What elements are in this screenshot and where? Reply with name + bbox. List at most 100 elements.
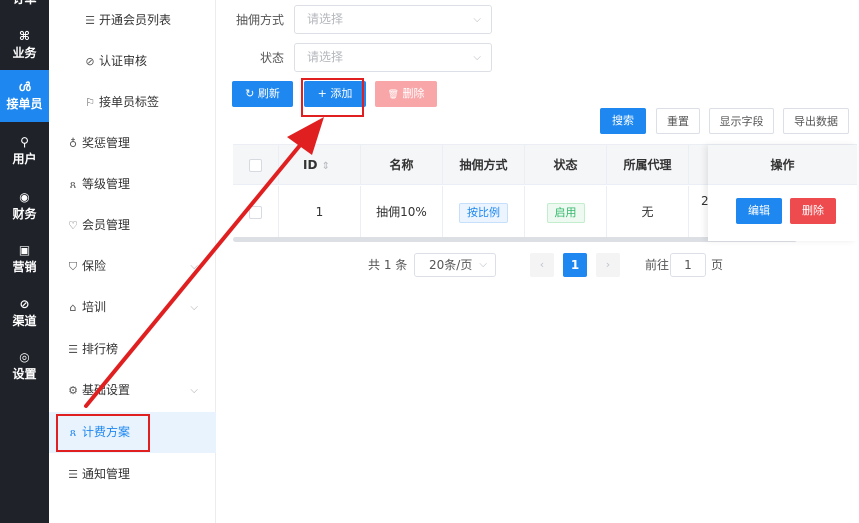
sidebar-item-training[interactable]: ⌂ 培训 ⌵ — [49, 287, 216, 328]
pagination-total: 共 1 条 — [368, 258, 408, 272]
sidebar-item-basic-settings[interactable]: ⚙ 基础设置 ⌵ — [49, 370, 216, 411]
list-icon: ☰ — [85, 14, 95, 27]
sidebar-item-member-list[interactable]: ☰ 开通会员列表 — [49, 0, 216, 41]
cell-commission: 按比例 — [443, 186, 525, 238]
refresh-button[interactable]: ↻ 刷新 — [232, 81, 293, 107]
rail-item-label: 接单员 — [6, 97, 43, 111]
main-nav-rail: 订单 ⌘ 业务 ൾ 接单员 ⚲ 用户 ◉ 财务 ▣ 营销 ⊘ 渠道 ◎ 设置 — [0, 0, 49, 523]
prev-page-button[interactable]: ‹ — [530, 253, 554, 277]
edit-button[interactable]: 编辑 — [736, 198, 782, 224]
status-tag: 启用 — [546, 202, 585, 223]
rail-item-settings[interactable]: ◎ 设置 — [0, 350, 49, 390]
th-actions: 操作 — [708, 145, 857, 185]
rail-item-label: 财务 — [12, 207, 37, 221]
row-checkbox-cell — [233, 186, 279, 238]
page-1-button[interactable]: 1 — [563, 253, 587, 277]
sidebar-item-members[interactable]: ♡ 会员管理 — [49, 205, 216, 246]
goto-suffix: 页 — [711, 258, 724, 272]
sidebar-item-label: 奖惩管理 — [82, 136, 131, 150]
billing-plans-highlight — [56, 414, 150, 452]
user-level-icon: ጸ — [69, 178, 77, 191]
th-status: 状态 — [525, 145, 607, 185]
rail-item-label: 业务 — [12, 46, 37, 60]
chevron-down-icon: ⌵ — [479, 259, 487, 270]
th-overflow — [689, 145, 708, 185]
select-placeholder: 请选择 — [307, 12, 344, 26]
command-icon: ⌘ — [18, 29, 31, 43]
commission-select[interactable]: 请选择 ⌵ — [294, 5, 492, 34]
sidebar-item-label: 等级管理 — [82, 177, 131, 191]
sidebar-item-verification[interactable]: ⊘ 认证审核 — [49, 41, 216, 82]
select-all-cell — [233, 145, 279, 185]
page-size-select[interactable]: 20条/页 ⌵ — [414, 253, 496, 277]
show-fields-button[interactable]: 显示字段 — [709, 108, 774, 134]
app-root: 订单 ⌘ 业务 ൾ 接单员 ⚲ 用户 ◉ 财务 ▣ 营销 ⊘ 渠道 ◎ 设置 — [0, 0, 859, 523]
sidebar-item-levels[interactable]: ጸ 等级管理 — [49, 164, 216, 205]
sidebar-item-notifications[interactable]: ☰ 通知管理 — [49, 454, 216, 495]
th-name: 名称 — [361, 145, 443, 185]
sidebar-item-label: 会员管理 — [82, 218, 131, 232]
refresh-button-label: 刷新 — [257, 87, 280, 100]
shield-icon: ⛉ — [68, 260, 78, 273]
commission-tag: 按比例 — [459, 202, 508, 223]
sort-icon[interactable]: ⇕ — [322, 161, 330, 172]
bike-icon: ൾ — [18, 80, 31, 94]
list-icon: ☰ — [68, 468, 78, 481]
commission-filter-label: 抽佣方式 — [235, 13, 284, 27]
row-delete-button[interactable]: 删除 — [790, 198, 836, 224]
cell-status: 启用 — [525, 186, 607, 238]
goto-prefix: 前往 — [645, 258, 670, 272]
settings-icon: ◎ — [19, 350, 30, 364]
sidebar-item-rewards[interactable]: ♁ 奖惩管理 — [49, 123, 216, 164]
bookmark-icon: ⚐ — [85, 96, 95, 109]
rail-item-label: 渠道 — [12, 314, 37, 328]
rail-item-marketing[interactable]: ▣ 营销 — [0, 243, 49, 283]
chevron-down-icon: ⌵ — [473, 52, 481, 63]
rail-item-orders[interactable]: 订单 — [0, 0, 49, 6]
row-checkbox[interactable] — [249, 206, 262, 219]
export-button[interactable]: 导出数据 — [783, 108, 849, 134]
sidebar-item-label: 基础设置 — [82, 383, 131, 397]
compass-icon: ⊘ — [19, 297, 30, 311]
add-button-highlight — [301, 78, 364, 117]
chevron-down-icon: ⌵ — [190, 302, 198, 313]
training-icon: ⌂ — [69, 301, 77, 314]
sidebar-item-label: 开通会员列表 — [99, 13, 172, 27]
sidebar-item-worker-tags[interactable]: ⚐ 接单员标签 — [49, 82, 216, 123]
cell-overflow: 2 — [701, 194, 709, 208]
chevron-down-icon: ⌵ — [190, 261, 198, 272]
status-filter-label: 状态 — [259, 51, 284, 65]
goto-page-input[interactable]: 1 — [670, 253, 706, 277]
page-size-value: 20条/页 — [429, 258, 473, 272]
heart-icon: ♡ — [68, 219, 78, 232]
status-select[interactable]: 请选择 ⌵ — [294, 43, 492, 72]
th-commission: 抽佣方式 — [443, 145, 525, 185]
batch-delete-button[interactable]: 🗑 删除 — [375, 81, 437, 107]
rail-item-finance[interactable]: ◉ 财务 — [0, 190, 49, 230]
cell-id: 1 — [279, 186, 361, 238]
list-icon: ☰ — [68, 343, 78, 356]
th-id[interactable]: ID ⇕ — [279, 145, 361, 185]
refresh-icon: ↻ — [245, 87, 255, 100]
rail-item-users[interactable]: ⚲ 用户 — [0, 135, 49, 175]
next-page-button[interactable]: › — [596, 253, 620, 277]
select-placeholder: 请选择 — [307, 50, 344, 64]
sidebar-item-leaderboard[interactable]: ☰ 排行榜 — [49, 329, 216, 370]
sidebar-item-label: 培训 — [82, 300, 107, 314]
gear-icon: ⚙ — [68, 384, 78, 397]
medal-icon: ♁ — [68, 137, 78, 150]
reset-button[interactable]: 重置 — [656, 108, 700, 134]
rail-item-label: 用户 — [12, 152, 37, 166]
sidebar-item-label: 排行榜 — [82, 342, 119, 356]
chevron-down-icon: ⌵ — [473, 14, 481, 25]
sidebar-item-label: 认证审核 — [99, 54, 148, 68]
search-button[interactable]: 搜索 — [600, 108, 646, 134]
select-all-checkbox[interactable] — [249, 159, 262, 172]
rail-item-workers[interactable]: ൾ 接单员 — [0, 70, 49, 122]
billing-plan-table: ID ⇕ 名称 抽佣方式 状态 所属代理 1 抽佣10% 按比例 启用 无 2 — [233, 144, 857, 242]
rail-item-label: 设置 — [12, 367, 37, 381]
sidebar-item-insurance[interactable]: ⛉ 保险 ⌵ — [49, 246, 216, 287]
rail-item-business[interactable]: ⌘ 业务 — [0, 26, 49, 66]
th-agent: 所属代理 — [607, 145, 689, 185]
rail-item-channels[interactable]: ⊘ 渠道 — [0, 297, 49, 337]
